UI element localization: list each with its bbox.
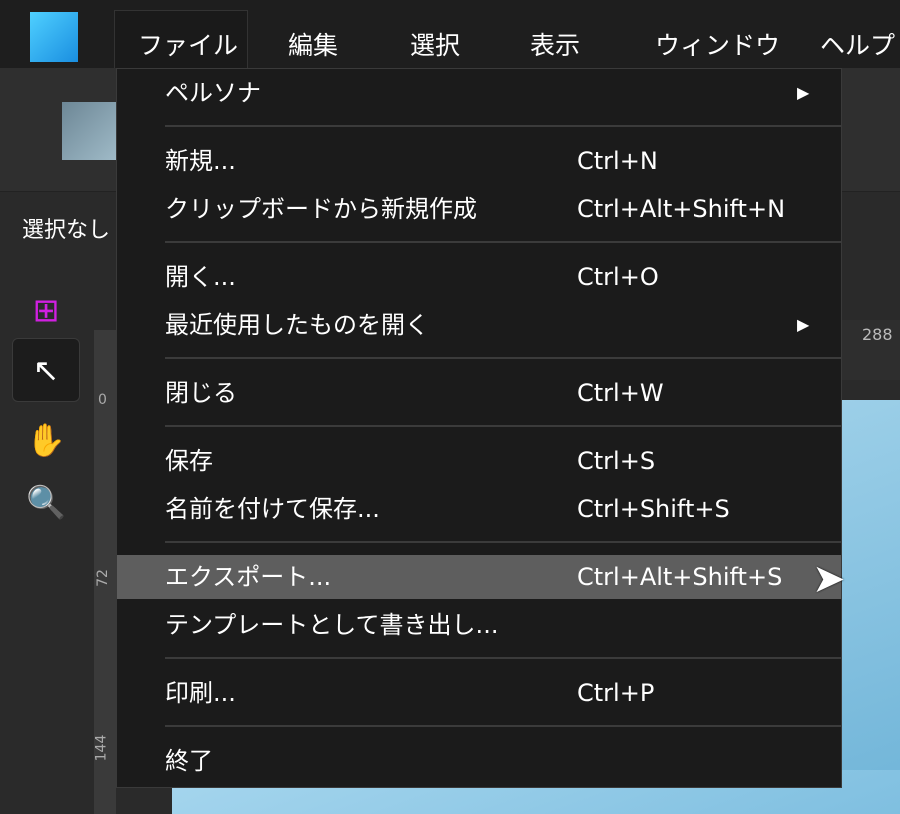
menu-item-label: 印刷... [165,679,236,707]
menu-item[interactable]: エクスポート... Ctrl+Alt+Shift+S [117,555,841,599]
menu-item[interactable]: 名前を付けて保存... Ctrl+Shift+S [117,487,841,531]
menu-item[interactable]: テンプレートとして書き出し... [117,603,841,647]
mouse-cursor-icon: ➤ [812,556,846,602]
app-logo [30,12,78,62]
menu-item-label: テンプレートとして書き出し... [165,611,499,639]
menu-separator [165,541,841,543]
menu-item-label: 開く... [165,263,236,291]
menu-item-label: ペルソナ [165,79,261,107]
menu-item-shortcut: Ctrl+O [577,263,659,291]
menu-file[interactable]: ファイル [138,26,238,62]
ruler-tick: 0 [98,392,107,408]
menu-item-shortcut: Ctrl+S [577,447,656,475]
menu-item-label: 終了 [165,747,213,775]
zoom-tool-icon[interactable]: 🔍 [12,470,80,534]
vertical-ruler: 0 72 144 [93,330,116,814]
menu-view[interactable]: 表示 [530,26,580,62]
menu-item[interactable]: クリップボードから新規作成 Ctrl+Alt+Shift+N [117,187,841,231]
menu-help[interactable]: ヘルプ [820,26,895,62]
menu-window[interactable]: ウィンドウ [655,26,780,62]
menu-item-label: エクスポート... [165,563,332,591]
submenu-arrow-icon: ▶ [797,83,810,102]
horizontal-ruler: 288 [840,320,900,380]
context-label: 選択なし [22,218,111,243]
menu-separator [165,241,841,243]
menu-item-shortcut: Ctrl+N [577,147,658,175]
menu-item-label: 新規... [165,147,236,175]
menu-separator [165,425,841,427]
menu-item-shortcut: Ctrl+P [577,679,655,707]
menu-item-shortcut: Ctrl+Alt+Shift+N [577,195,786,223]
hand-tool-icon[interactable]: ✋ [12,408,80,472]
menu-item-label: 名前を付けて保存... [165,495,380,523]
menu-edit[interactable]: 編集 [288,26,338,62]
menu-item[interactable]: 保存 Ctrl+S [117,439,841,483]
menu-item[interactable]: ペルソナ ▶ [117,71,841,115]
menu-item[interactable]: 閉じる Ctrl+W [117,371,841,415]
menu-item[interactable]: 最近使用したものを開く ▶ [117,303,841,347]
canvas[interactable] [840,400,900,814]
menu-item-label: クリップボードから新規作成 [165,195,477,223]
menu-item[interactable]: 印刷... Ctrl+P [117,671,841,715]
menu-item[interactable]: 新規... Ctrl+N [117,139,841,183]
menu-separator [165,657,841,659]
menu-item[interactable]: 開く... Ctrl+O [117,255,841,299]
submenu-arrow-icon: ▶ [797,315,810,334]
menu-item-label: 閉じる [165,379,237,407]
ruler-tick: 288 [862,325,893,344]
ruler-tick: 72 [94,569,111,587]
menu-item[interactable]: 終了 [117,739,841,783]
menu-separator [165,125,841,127]
menu-item-shortcut: Ctrl+Alt+Shift+S [577,563,783,591]
file-menu-dropdown: ペルソナ ▶ 新規... Ctrl+N クリップボードから新規作成 Ctrl+Alt+Sh… [116,68,842,788]
menu-item-shortcut: Ctrl+Shift+S [577,495,730,523]
menu-separator [165,357,841,359]
persona-icon[interactable] [62,102,116,160]
menu-separator [165,725,841,727]
tools-panel: ⊞ ↖ ✋ 🔍 [0,270,92,814]
menu-select[interactable]: 選択 [410,26,460,62]
menu-bar: ファイル 編集 選択 表示 ウィンドウ ヘルプ [0,0,900,70]
ruler-tick: 144 [93,734,110,762]
menu-item-label: 保存 [165,447,213,475]
artboard-tool-icon[interactable]: ⊞ [12,278,80,342]
menu-item-shortcut: Ctrl+W [577,379,664,407]
move-tool-icon[interactable]: ↖ [12,338,80,402]
menu-item-label: 最近使用したものを開く [165,311,429,339]
